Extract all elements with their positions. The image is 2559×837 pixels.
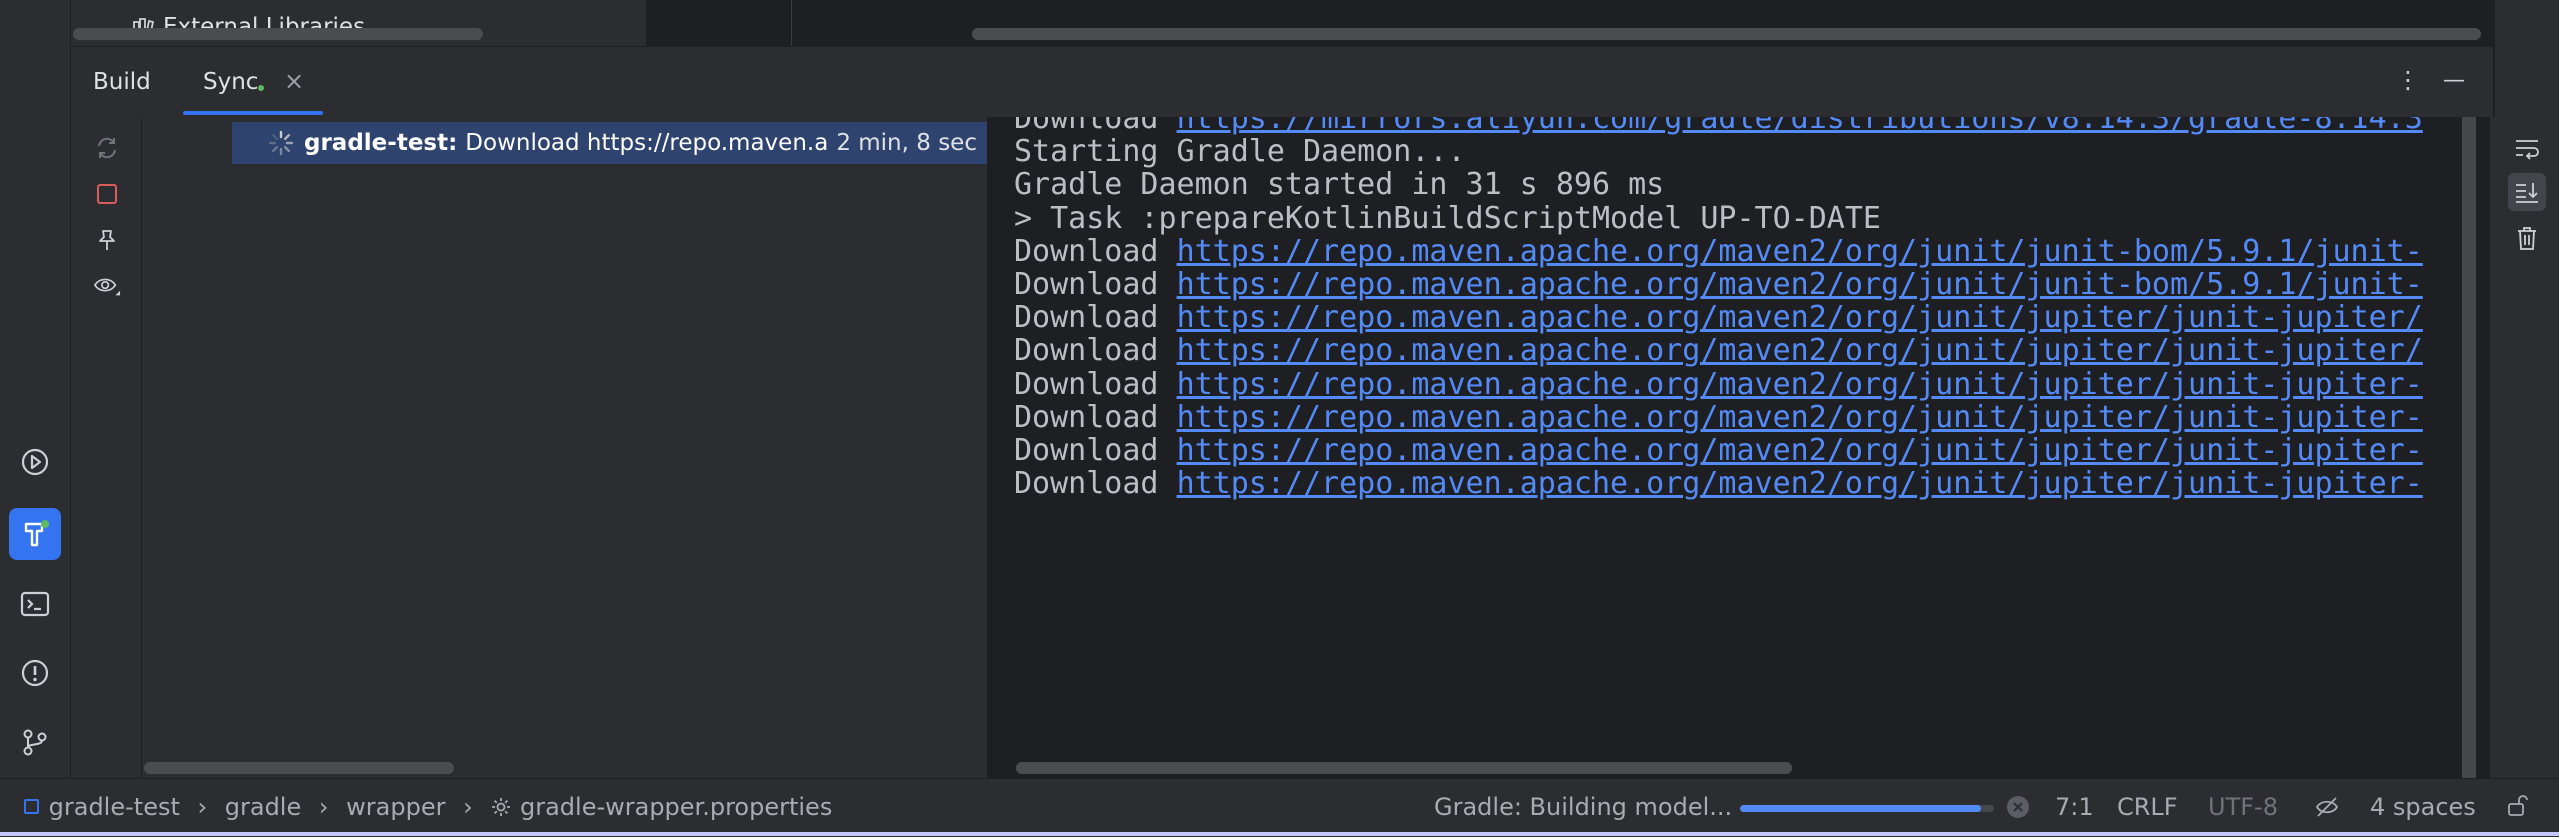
breadcrumb-wrapper[interactable]: wrapper	[346, 793, 445, 821]
tree-row-gradle-test[interactable]: gradle-test: Download https://repo.maven…	[232, 122, 987, 164]
editor-horizontal-scrollbar[interactable]	[972, 28, 2481, 40]
scroll-to-end-icon[interactable]	[2508, 173, 2546, 211]
caret-position[interactable]: 7:1	[2055, 793, 2094, 821]
background-task-label[interactable]: Gradle: Building model...	[1434, 793, 1732, 821]
sync-icon[interactable]	[93, 134, 121, 162]
tree-horizontal-scrollbar[interactable]	[144, 762, 454, 774]
eye-icon[interactable]	[93, 272, 121, 300]
console-line[interactable]: Download https://repo.maven.apache.org/m…	[1014, 300, 2423, 335]
file-encoding[interactable]: UTF-8	[2208, 793, 2278, 821]
console-line-prefix: Download	[1014, 300, 1177, 336]
console-line-prefix: Download	[1014, 267, 1177, 302]
console-line: > Task :prepareKotlinBuildScriptModel UP…	[1014, 200, 1881, 236]
console-line[interactable]: Download https://repo.maven.apache.org/m…	[1014, 466, 2423, 501]
lock-icon[interactable]	[2506, 794, 2528, 824]
background-task-progress	[1740, 805, 1994, 812]
build-console[interactable]: Download https://mirrors.aliyun.com/grad…	[988, 117, 2490, 778]
console-line-prefix: Download	[1014, 233, 1177, 269]
console-line-prefix: Download	[1014, 399, 1177, 435]
tree-item-text: Download https://repo.maven.a	[465, 130, 829, 156]
tab-build[interactable]: Build	[93, 69, 151, 95]
settings-file-icon	[492, 798, 511, 816]
problems-icon[interactable]	[9, 647, 61, 699]
console-line-prefix: Download	[1014, 117, 1177, 136]
console-download-link[interactable]: https://repo.maven.apache.org/maven2/org…	[1177, 466, 2423, 501]
stop-icon[interactable]	[93, 180, 121, 208]
tab-sync[interactable]: Sync	[203, 69, 265, 95]
sync-status-dot	[258, 85, 265, 91]
cancel-task-icon[interactable]	[2006, 795, 2030, 825]
console-line: Gradle Daemon started in 31 s 896 ms	[1014, 167, 1665, 203]
breadcrumb-project[interactable]: gradle-test	[49, 793, 180, 821]
console-line[interactable]: Download https://repo.maven.apache.org/m…	[1014, 433, 2423, 468]
breadcrumb-gradle[interactable]: gradle	[225, 793, 301, 821]
spinner-icon	[268, 130, 294, 156]
console-download-link[interactable]: https://repo.maven.apache.org/maven2/org…	[1177, 367, 2423, 402]
services-icon[interactable]	[9, 436, 61, 488]
build-toolbar	[71, 117, 142, 778]
top-area: External Libraries	[71, 0, 2493, 46]
console-line[interactable]: Download https://repo.maven.apache.org/m…	[1014, 333, 2423, 368]
editor-gutter-divider	[791, 0, 792, 46]
clear-icon[interactable]	[2508, 219, 2546, 257]
more-options-icon[interactable]: ⋮	[2393, 65, 2423, 95]
editor-pane	[646, 0, 2493, 46]
project-pane: External Libraries	[71, 0, 646, 46]
console-download-link[interactable]: https://repo.maven.apache.org/maven2/org…	[1177, 333, 2423, 368]
console-line-prefix: Download	[1014, 366, 1177, 402]
terminal-icon[interactable]	[9, 578, 61, 630]
console-line-prefix: Download	[1014, 433, 1177, 468]
console-line[interactable]: Download https://repo.maven.apache.org/m…	[1014, 367, 2423, 402]
line-separator[interactable]: CRLF	[2117, 793, 2178, 821]
build-tree-pane: gradle-test: Download https://repo.maven…	[142, 117, 988, 778]
status-bar: gradle-test › gradle › wrapper › gradle-…	[0, 778, 2559, 837]
console-download-link[interactable]: https://repo.maven.apache.org/maven2/org…	[1177, 300, 2423, 335]
pin-icon[interactable]	[93, 226, 121, 254]
window-bottom-edge	[0, 832, 2559, 836]
breadcrumb-file[interactable]: gradle-wrapper.properties	[520, 793, 832, 821]
console-line-prefix: Download	[1014, 333, 1177, 369]
close-icon[interactable]: ×	[284, 67, 304, 95]
build-tool-window-header: Build Sync × ⋮ —	[71, 46, 2493, 117]
console-horizontal-scrollbar[interactable]	[1016, 762, 1792, 774]
breadcrumb: gradle-test › gradle › wrapper › gradle-…	[24, 793, 832, 821]
console-download-link[interactable]: https://mirrors.aliyun.com/gradle/distri…	[1177, 117, 2423, 136]
active-tab-indicator	[183, 111, 323, 115]
read-only-toggle-icon[interactable]	[2314, 795, 2340, 825]
breadcrumb-separator: ›	[463, 793, 473, 821]
build-tool-window-body: gradle-test: Download https://repo.maven…	[71, 117, 2555, 778]
module-icon	[24, 799, 39, 814]
breadcrumb-separator: ›	[318, 793, 329, 821]
soft-wrap-icon[interactable]	[2508, 129, 2546, 167]
console-line[interactable]: Download https://repo.maven.apache.org/m…	[1014, 400, 2423, 435]
indent-setting[interactable]: 4 spaces	[2370, 793, 2476, 821]
console-download-link[interactable]: https://repo.maven.apache.org/maven2/org…	[1177, 267, 2423, 302]
console-line[interactable]: Download https://repo.maven.apache.org/m…	[1014, 234, 2423, 269]
console-download-link[interactable]: https://repo.maven.apache.org/maven2/org…	[1177, 433, 2423, 468]
console-download-link[interactable]: https://repo.maven.apache.org/maven2/org…	[1177, 234, 2423, 269]
left-tool-strip	[0, 0, 71, 778]
console-toolbar	[2490, 117, 2555, 778]
console-line[interactable]: Download https://mirrors.aliyun.com/grad…	[1014, 117, 2423, 136]
progress-fill	[1740, 805, 1982, 812]
console-download-link[interactable]: https://repo.maven.apache.org/maven2/org…	[1177, 400, 2423, 435]
console-line: Starting Gradle Daemon...	[1014, 134, 1466, 170]
project-horizontal-scrollbar[interactable]	[73, 28, 483, 40]
minimize-icon[interactable]: —	[2439, 65, 2469, 95]
breadcrumb-separator: ›	[197, 793, 208, 821]
console-vertical-scrollbar[interactable]	[2462, 117, 2476, 778]
git-icon[interactable]	[9, 716, 61, 768]
console-line[interactable]: Download https://repo.maven.apache.org/m…	[1014, 267, 2423, 302]
tree-item-name: gradle-test:	[304, 130, 458, 156]
console-line-prefix: Download	[1014, 466, 1177, 502]
build-icon[interactable]	[9, 508, 61, 560]
tree-item-time: 2 min, 8 sec	[836, 130, 977, 156]
tab-sync-label: Sync	[203, 69, 259, 95]
